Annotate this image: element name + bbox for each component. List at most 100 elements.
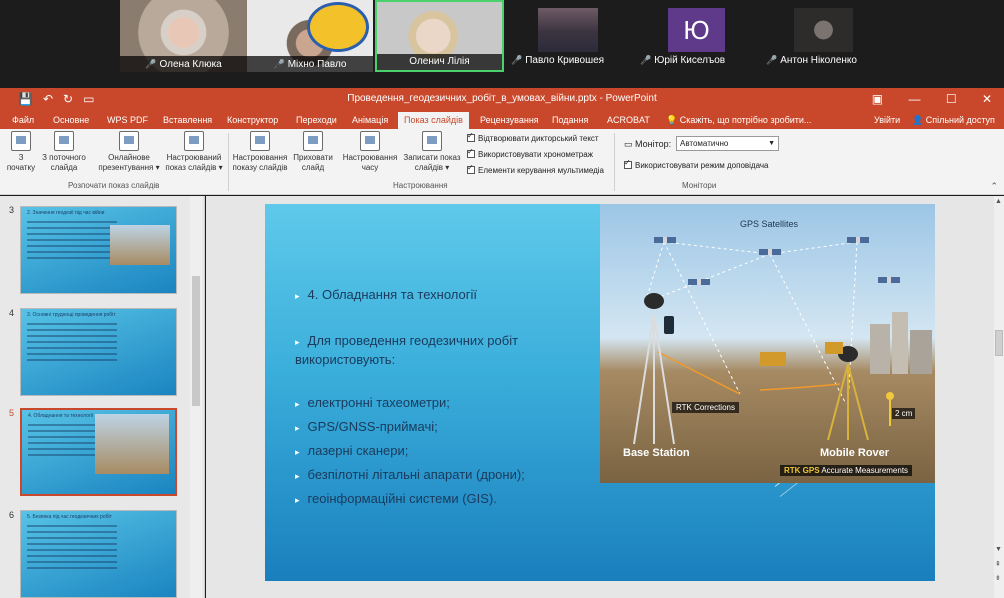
participant-tile[interactable]: 🎤 Міхно Павло	[247, 0, 373, 72]
custom-slide-show-button[interactable]: Настроюваний показ слайдів ▾	[162, 131, 226, 173]
present-online-button[interactable]: Онлайнове презентування ▾	[96, 131, 162, 173]
participant-name: 🎤 Юрій Киселъов	[640, 55, 726, 66]
tab-wps-pdf[interactable]: WPS PDF	[101, 112, 154, 129]
scrollbar-thumb[interactable]	[995, 330, 1003, 356]
editor-scrollbar[interactable]: ▲ ▼ ⇞ ⇟	[994, 196, 1004, 598]
tab-slide-show[interactable]: Показ слайдів	[398, 112, 469, 129]
mic-muted-icon: 🎤	[511, 55, 523, 65]
from-current-slide-button[interactable]: З поточного слайда	[38, 131, 90, 173]
current-slide[interactable]: ▸ 4. Обладнання та технології ▸ Для провед…	[265, 204, 935, 581]
tab-design[interactable]: Конструктор	[221, 112, 284, 129]
participant-tile[interactable]	[538, 8, 598, 52]
satellite-icon	[688, 276, 710, 288]
previous-slide-icon[interactable]: ⇞	[995, 560, 1001, 568]
satellite-icon	[878, 274, 900, 286]
tab-review[interactable]: Рецензування	[474, 112, 545, 129]
participant-name: 🎤 Антон Ніколенко	[766, 55, 857, 66]
lightbulb-icon: 💡	[666, 115, 680, 125]
slide-thumbnails-pane: 3 2. Значення геодезії під час війни 4 3…	[0, 196, 205, 598]
present-online-icon	[119, 131, 139, 151]
slide-thumbnail[interactable]: 5. Безпека під час геодезичних робіт	[20, 510, 177, 598]
collapse-ribbon-icon[interactable]: ⌃	[990, 181, 998, 192]
checkbox-checked	[624, 158, 632, 169]
thumbnail-title: 5. Безпека під час геодезичних робіт	[27, 514, 112, 520]
participant-tile[interactable]: 🎤 Олена Клюка	[120, 0, 247, 72]
tab-acrobat[interactable]: ACROBAT	[601, 112, 656, 129]
presenter-view-checkbox[interactable]: Використовувати режим доповідача	[624, 158, 768, 170]
play-narrations-checkbox[interactable]: Відтворювати дикторський текст	[467, 131, 599, 143]
mic-muted-icon: 🎤	[145, 59, 157, 69]
window-title: Проведення_геодезичних_робіт_в_умовах_ві…	[347, 93, 657, 104]
user-icon: 👤	[912, 115, 926, 125]
slide-thumbnail[interactable]: 2. Значення геодезії під час війни	[20, 206, 177, 294]
custom-show-icon	[184, 131, 204, 151]
rtk-gps-caption: RTK GPS Accurate Measurements	[780, 465, 913, 476]
setup-show-icon	[250, 131, 270, 151]
satellite-icon	[759, 246, 781, 258]
participant-tile[interactable]	[794, 8, 853, 52]
bullet-icon: ▸	[295, 423, 300, 433]
slide-number: 5	[9, 408, 15, 418]
tab-transitions[interactable]: Переходи	[290, 112, 343, 129]
close-icon[interactable]: ✕	[982, 92, 992, 106]
tab-file[interactable]: Файл	[6, 112, 40, 129]
gps-satellites-label: GPS Satellites	[740, 219, 799, 229]
thumbnail-title: 2. Значення геодезії під час війни	[27, 210, 105, 216]
screen: 🎤 Олена Клюка 🎤 Міхно Павло Оленич Лілія 🎤…	[0, 0, 1004, 598]
next-slide-icon[interactable]: ⇟	[995, 574, 1001, 582]
slide-thumbnail-selected[interactable]: 4. Обладнання та технології	[20, 408, 177, 496]
base-station-label: Base Station	[623, 447, 690, 459]
scroll-down-icon[interactable]: ▼	[995, 546, 1002, 553]
maximize-icon[interactable]: ☐	[946, 92, 957, 106]
slide-number: 4	[9, 308, 15, 318]
minimize-icon[interactable]: —	[908, 92, 920, 106]
participant-tile-active-speaker[interactable]: Оленич Лілія	[375, 0, 504, 72]
bullet-icon: ▸	[295, 471, 300, 481]
scroll-up-icon[interactable]: ▲	[995, 198, 1002, 205]
rtk-gps-infographic: GPS Satellites RTK Corrections 2 cm Base…	[600, 204, 935, 483]
ribbon-display-icon[interactable]: ▣	[872, 92, 883, 106]
monitor-icon: ▭	[624, 139, 636, 149]
stopwatch-icon	[360, 131, 380, 151]
participant-name: 🎤 Олена Клюка	[120, 56, 247, 72]
hide-slide-button[interactable]: Приховати слайд	[290, 131, 336, 173]
thumbnails-scrollbar[interactable]	[190, 196, 202, 598]
sign-in-link[interactable]: Увійти	[874, 112, 900, 129]
slide-list-item: ▸ геоінформаційні системи (GIS).	[295, 491, 497, 506]
slide-heading: ▸ 4. Обладнання та технології	[295, 287, 478, 302]
slide-number: 6	[9, 510, 15, 520]
record-slide-show-button[interactable]: Записати показ слайдів ▾	[401, 131, 463, 173]
tab-insert[interactable]: Вставлення	[157, 112, 218, 129]
participant-name: Оленич Лілія	[377, 54, 502, 70]
accuracy-label: 2 cm	[892, 408, 916, 419]
slide-list-item: ▸ лазерні сканери;	[295, 443, 409, 458]
slide-editor-area: ▸ 4. Обладнання та технології ▸ Для провед…	[206, 196, 1004, 598]
tab-animations[interactable]: Анімація	[346, 112, 394, 129]
media-controls-checkbox[interactable]: Елементи керування мультимедіа	[467, 163, 604, 175]
bullet-icon: ▸	[295, 337, 300, 347]
rehearse-timings-button[interactable]: Настроювання часу	[340, 131, 400, 173]
record-icon	[422, 131, 442, 151]
checkbox-checked	[467, 131, 475, 142]
group-label-start: Розпочати показ слайдів	[68, 181, 160, 190]
satellite-icon	[654, 234, 676, 246]
tell-me-box[interactable]: 💡 Скажіть, що потрібно зробити...	[666, 112, 811, 129]
from-beginning-button[interactable]: Зпочатку	[4, 131, 38, 173]
organization-logo	[307, 2, 369, 52]
share-button[interactable]: 👤 Спільний доступ	[912, 112, 995, 129]
video-participants-strip: 🎤 Олена Клюка 🎤 Міхно Павло Оленич Лілія 🎤…	[0, 0, 1004, 86]
slide-thumbnail[interactable]: 3. Основні труднощі проведення робіт	[20, 308, 177, 396]
group-label-setup: Настроювання	[393, 181, 448, 190]
scrollbar-thumb[interactable]	[192, 276, 200, 406]
tab-view[interactable]: Подання	[546, 112, 594, 129]
slide-list-item: ▸ електронні тахеометри;	[295, 395, 450, 410]
thumbnail-text-lines	[27, 525, 117, 573]
thumbnail-text-lines	[27, 323, 117, 365]
monitor-dropdown[interactable]: Автоматично ▼	[676, 136, 779, 151]
participant-avatar[interactable]: Ю	[668, 8, 725, 52]
ribbon-tabs: Файл Основне WPS PDF Вставлення Конструк…	[0, 112, 1004, 129]
set-up-slide-show-button[interactable]: Настроювання показу слайдів	[230, 131, 290, 173]
use-timings-checkbox[interactable]: Використовувати хронометраж	[467, 147, 593, 159]
play-from-start-icon	[11, 131, 31, 151]
tab-home[interactable]: Основне	[47, 112, 95, 129]
